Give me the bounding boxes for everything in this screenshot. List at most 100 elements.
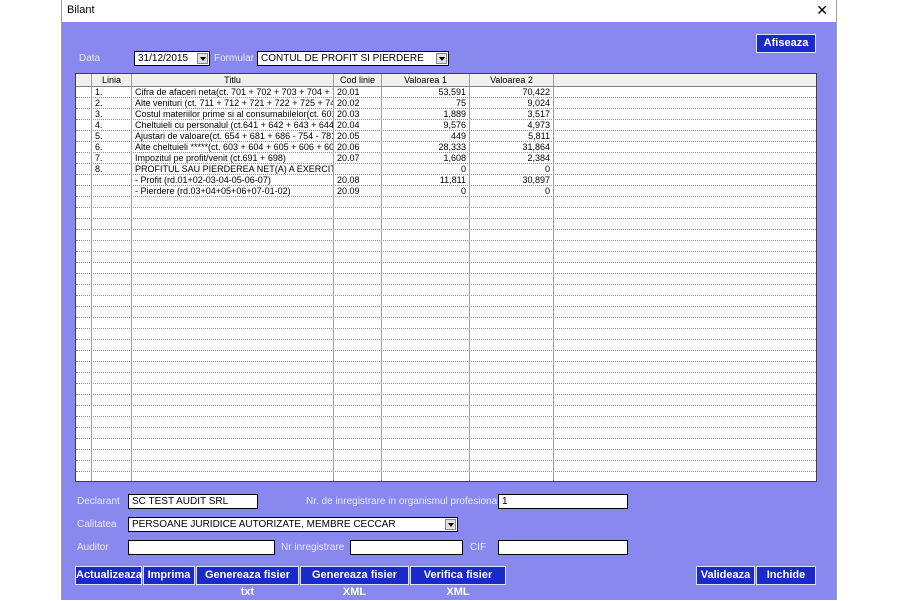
row-selector[interactable]: [76, 406, 92, 417]
row-selector[interactable]: [76, 208, 92, 219]
valideaza-button[interactable]: Valideaza: [696, 566, 755, 585]
row-selector[interactable]: [76, 296, 92, 307]
cell-valoarea-1: 28,333: [382, 142, 470, 153]
row-selector[interactable]: [76, 186, 92, 197]
nr-inregistrare-field[interactable]: [350, 540, 463, 555]
table-row[interactable]: [76, 340, 816, 351]
calitatea-select[interactable]: PERSOANE JURIDICE AUTORIZATE, MEMBRE CEC…: [128, 517, 458, 532]
table-row[interactable]: [76, 450, 816, 461]
table-row[interactable]: [76, 417, 816, 428]
row-selector[interactable]: [76, 109, 92, 120]
table-row[interactable]: [76, 241, 816, 252]
row-selector[interactable]: [76, 362, 92, 373]
declarant-field[interactable]: SC TEST AUDIT SRL: [128, 494, 258, 509]
row-selector[interactable]: [76, 329, 92, 340]
results-table[interactable]: Linia Titlu Cod linie Valoarea 1 Valoare…: [75, 73, 817, 482]
table-row[interactable]: 3. Costul materiilor prime si al consumab…: [76, 109, 816, 120]
row-selector[interactable]: [76, 175, 92, 186]
row-selector[interactable]: [76, 219, 92, 230]
table-row[interactable]: [76, 197, 816, 208]
table-row[interactable]: [76, 219, 816, 230]
table-row[interactable]: [76, 208, 816, 219]
afiseaza-button[interactable]: Afiseaza: [756, 34, 816, 53]
table-row[interactable]: [76, 252, 816, 263]
row-selector[interactable]: [76, 142, 92, 153]
cell-valoarea-1: [382, 461, 470, 472]
row-selector[interactable]: [76, 395, 92, 406]
table-row[interactable]: 8. PROFITUL SAU PIERDEREA NET(A) A EXERCI…: [76, 164, 816, 175]
genereaza-xml-button[interactable]: Genereaza fisier XML: [300, 566, 409, 598]
row-selector[interactable]: [76, 340, 92, 351]
row-selector[interactable]: [76, 98, 92, 109]
table-row[interactable]: 4. Cheltuieli cu personalul (ct.641 + 642…: [76, 120, 816, 131]
verifica-xml-button[interactable]: Verifica fisier XML: [410, 566, 506, 598]
table-row[interactable]: [76, 439, 816, 450]
row-selector[interactable]: [76, 241, 92, 252]
cell-cod-linie: [334, 329, 382, 340]
table-row[interactable]: [76, 428, 816, 439]
row-selector[interactable]: [76, 252, 92, 263]
row-selector[interactable]: [76, 164, 92, 175]
auditor-field[interactable]: [128, 540, 275, 555]
cell-valoarea-1: [382, 351, 470, 362]
chevron-down-icon[interactable]: [436, 53, 447, 64]
table-row[interactable]: - Pierdere (rd.03+04+05+06+07-01-02) 20.0…: [76, 186, 816, 197]
nr-inregistrare-org-field[interactable]: 1: [498, 494, 628, 509]
table-row[interactable]: 1. Cifra de afaceri neta(ct. 701 + 702 + …: [76, 87, 816, 98]
row-selector[interactable]: [76, 153, 92, 164]
formular-select[interactable]: CONTUL DE PROFIT SI PIERDERE: [257, 51, 449, 66]
row-selector[interactable]: [76, 450, 92, 461]
row-selector[interactable]: [76, 428, 92, 439]
row-selector[interactable]: [76, 318, 92, 329]
row-selector[interactable]: [76, 274, 92, 285]
table-row[interactable]: [76, 461, 816, 472]
table-row[interactable]: [76, 274, 816, 285]
table-row[interactable]: [76, 296, 816, 307]
row-selector[interactable]: [76, 307, 92, 318]
row-selector[interactable]: [76, 472, 92, 481]
cell-valoarea-2: [470, 461, 554, 472]
table-row[interactable]: 2. Alte venituri (ct. 711 + 712 + 721 + 7…: [76, 98, 816, 109]
actualizeaza-button[interactable]: Actualizeaza: [75, 566, 142, 585]
close-icon[interactable]: ✕: [816, 2, 828, 19]
chevron-down-icon[interactable]: [445, 519, 456, 530]
row-selector[interactable]: [76, 417, 92, 428]
row-selector[interactable]: [76, 285, 92, 296]
table-row[interactable]: 5. Ajustari de valoare(ct. 654 + 681 + 68…: [76, 131, 816, 142]
window-title: Bilant: [67, 4, 95, 16]
row-selector[interactable]: [76, 263, 92, 274]
imprima-button[interactable]: Imprima: [143, 566, 195, 585]
table-row[interactable]: [76, 373, 816, 384]
data-select[interactable]: 31/12/2015: [134, 51, 210, 66]
table-row[interactable]: [76, 362, 816, 373]
table-row[interactable]: [76, 263, 816, 274]
table-row[interactable]: [76, 307, 816, 318]
table-row[interactable]: [76, 285, 816, 296]
table-row[interactable]: 7. Impozitul pe profit/venit (ct.691 + 69…: [76, 153, 816, 164]
table-row[interactable]: [76, 406, 816, 417]
row-selector[interactable]: [76, 120, 92, 131]
cif-field[interactable]: [498, 540, 628, 555]
genereaza-txt-button[interactable]: Genereaza fisier txt: [196, 566, 299, 598]
row-selector[interactable]: [76, 384, 92, 395]
row-selector[interactable]: [76, 461, 92, 472]
row-selector[interactable]: [76, 373, 92, 384]
chevron-down-icon[interactable]: [197, 53, 208, 64]
table-row[interactable]: 6. Alte cheltuieli *****(ct. 603 + 604 + …: [76, 142, 816, 153]
table-row[interactable]: - Profit (rd.01+02-03-04-05-06-07) 20.08 1…: [76, 175, 816, 186]
row-selector[interactable]: [76, 439, 92, 450]
row-selector[interactable]: [76, 87, 92, 98]
cell-titlu: Alte venituri (ct. 711 + 712 + 721 + 722…: [132, 98, 334, 109]
table-row[interactable]: [76, 395, 816, 406]
row-selector[interactable]: [76, 131, 92, 142]
table-row[interactable]: [76, 318, 816, 329]
table-row[interactable]: [76, 472, 816, 481]
table-row[interactable]: [76, 230, 816, 241]
table-row[interactable]: [76, 351, 816, 362]
inchide-button[interactable]: Inchide: [756, 566, 816, 585]
table-row[interactable]: [76, 384, 816, 395]
table-row[interactable]: [76, 329, 816, 340]
row-selector[interactable]: [76, 230, 92, 241]
row-selector[interactable]: [76, 351, 92, 362]
row-selector[interactable]: [76, 197, 92, 208]
